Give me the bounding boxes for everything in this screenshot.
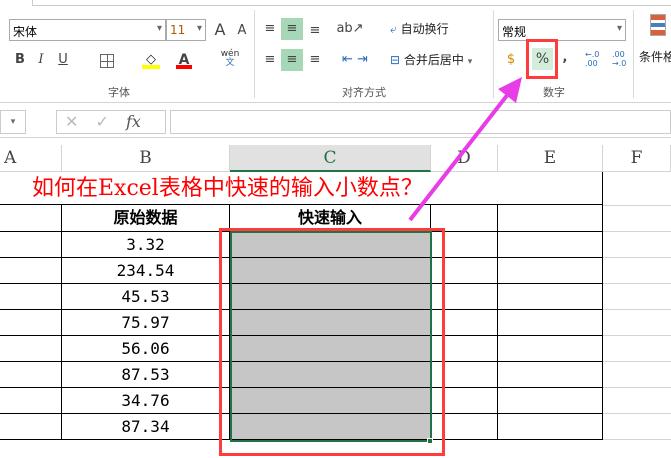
cell-original-value[interactable]: 87.53 (62, 362, 230, 388)
arrow-shaft (408, 87, 514, 222)
cell[interactable] (0, 258, 62, 284)
cell-original-value[interactable]: 56.06 (62, 336, 230, 362)
cell-original-value[interactable]: 87.34 (62, 414, 230, 440)
paint-bucket-icon: ◇ (146, 52, 156, 67)
font-color-icon: A (178, 52, 190, 68)
cell[interactable] (498, 388, 603, 414)
align-right-button[interactable]: ≡ (305, 49, 325, 71)
column-header-a[interactable]: A (0, 145, 62, 172)
cell[interactable] (498, 336, 603, 362)
conditional-format-button[interactable]: 条件格 (639, 48, 671, 65)
arrow-head (498, 77, 522, 103)
gridline (603, 361, 671, 362)
cell-original-value[interactable]: 234.54 (62, 258, 230, 284)
range-highlight-box (219, 228, 445, 456)
font-size-value: 11 (170, 23, 186, 37)
borders-icon[interactable] (100, 54, 114, 68)
number-group-label: 数字 (543, 86, 565, 99)
wrap-text-button[interactable]: ⤶ 自动换行 (390, 20, 449, 37)
cancel-button[interactable]: ✕ (65, 112, 78, 131)
italic-button[interactable]: I (33, 49, 49, 71)
cell-original-value[interactable]: 3.32 (62, 232, 230, 258)
gridline (603, 335, 671, 336)
font-name-select[interactable]: 宋体 (9, 19, 166, 41)
align-center-button[interactable]: ≡ (281, 49, 303, 71)
formula-bar: ▾ ✕ ✓ fx (0, 108, 671, 138)
increase-decimal-button[interactable]: ←.0 .00 (585, 50, 599, 68)
cell[interactable] (498, 362, 603, 388)
align-left-button[interactable]: ≡ (260, 49, 280, 71)
merge-center-label: 合并后居中 (403, 53, 464, 67)
column-header-b[interactable]: B (62, 145, 230, 172)
enter-button[interactable]: ✓ (96, 112, 109, 131)
column-header-f[interactable]: F (603, 145, 671, 172)
cell[interactable] (0, 414, 62, 440)
font-name-value: 宋体 (13, 25, 38, 39)
cell[interactable] (0, 336, 62, 362)
separator (633, 10, 634, 98)
align-top-button[interactable]: ≡ (260, 18, 280, 40)
gridline (603, 205, 671, 206)
header-original-data[interactable]: 原始数据 (62, 205, 230, 232)
ribbon-top-edge (32, 0, 671, 6)
comma-style-button[interactable]: , (560, 47, 570, 69)
gridline (603, 283, 671, 284)
shrink-font-icon: A (237, 23, 247, 38)
cell[interactable] (0, 284, 62, 310)
percent-highlight-box (526, 39, 558, 79)
phonetic-button[interactable]: wén 文 (218, 50, 242, 68)
cell[interactable] (0, 232, 62, 258)
cell[interactable] (498, 258, 603, 284)
gridline (603, 439, 671, 440)
cell[interactable] (498, 414, 603, 440)
font-group-label: 字体 (108, 86, 130, 99)
gridline (603, 387, 671, 388)
fill-color-button[interactable]: ◇ (142, 52, 160, 70)
cell-original-value[interactable]: 45.53 (62, 284, 230, 310)
font-color-button[interactable]: A (176, 52, 192, 70)
indent-buttons[interactable]: ⇤ ⇥ (335, 49, 375, 71)
merge-icon: ⊟ (390, 53, 401, 67)
merge-center-button[interactable]: ⊟ 合并后居中 ▾ (390, 51, 472, 68)
decrease-decimal-button[interactable]: .00 →.0 (612, 50, 626, 68)
accounting-format-button[interactable]: $ (500, 49, 522, 71)
cell[interactable] (0, 205, 62, 232)
pointer-arrow (408, 77, 522, 222)
gridline (603, 309, 671, 310)
cell[interactable] (498, 284, 603, 310)
wrap-text-label: 自动换行 (400, 22, 449, 36)
insert-function-button[interactable]: fx (126, 112, 141, 131)
align-middle-button[interactable]: ≡ (281, 18, 303, 40)
bold-button[interactable]: B (12, 49, 28, 71)
cell-original-value[interactable]: 34.76 (62, 388, 230, 414)
cell[interactable] (0, 310, 62, 336)
grow-font-button[interactable]: A (210, 19, 230, 41)
formula-buttons: ✕ ✓ fx (56, 110, 166, 134)
cell[interactable] (0, 388, 62, 414)
conditional-format-icon (650, 14, 666, 36)
separator (254, 10, 255, 98)
underline-button[interactable]: U (55, 49, 71, 71)
number-format-value: 常规 (502, 25, 527, 39)
gridline (603, 413, 671, 414)
shrink-font-button[interactable]: A (233, 20, 251, 42)
font-size-select[interactable]: 11 (166, 19, 206, 41)
orientation-button[interactable]: ab↗ (335, 18, 365, 40)
gridline (603, 231, 671, 232)
cell[interactable] (498, 310, 603, 336)
wrap-text-icon: ⤶ (390, 22, 397, 36)
align-bottom-button[interactable]: ≡ (305, 20, 325, 42)
number-format-select[interactable]: 常规 (498, 19, 626, 41)
gridline (603, 257, 671, 258)
name-box-dropdown[interactable]: ▾ (0, 110, 26, 134)
phonetic-bottom: 文 (225, 58, 235, 68)
alignment-group-label: 对齐方式 (342, 86, 386, 99)
cell[interactable] (498, 232, 603, 258)
ribbon: 宋体 11 A A B I U ◇ A wén文 字体 ≡ ≡ ≡ ≡ ≡ ≡ … (0, 0, 671, 103)
cell-original-value[interactable]: 75.97 (62, 310, 230, 336)
grow-font-icon: A (214, 20, 226, 39)
cell[interactable] (0, 362, 62, 388)
